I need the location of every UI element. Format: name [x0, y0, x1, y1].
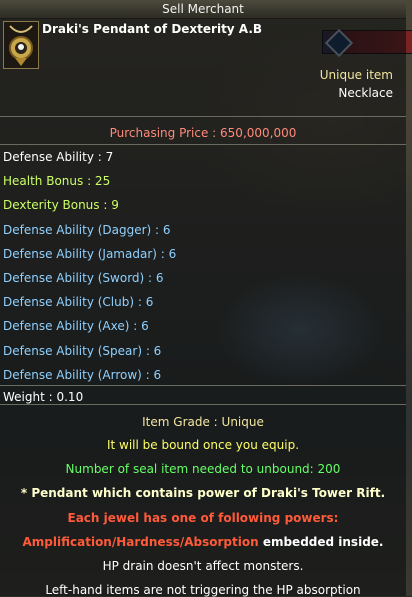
left-hand-note: Left-hand items are not triggering the H…	[45, 583, 361, 597]
purchasing-price: Purchasing Price : 650,000,000	[109, 126, 297, 140]
seal-note: Number of seal item needed to unbound: 2…	[65, 462, 341, 476]
pendant-icon	[3, 21, 39, 69]
stat-line: Defense Ability (Sword) : 6	[3, 270, 164, 285]
stat-line: Defense Ability : 7	[3, 150, 114, 164]
hp-drain-note: HP drain doesn't affect monsters.	[102, 559, 304, 573]
item-name: Draki's Pendant of Dexterity A.B	[42, 22, 263, 36]
stat-line: Defense Ability (Spear) : 6	[3, 343, 162, 358]
stat-line: Dexterity Bonus : 9	[3, 198, 119, 213]
stat-line: Health Bonus : 25	[3, 174, 111, 189]
tooltip-title: Sell Merchant	[0, 0, 406, 19]
stat-line: Defense Ability (Dagger) : 6	[3, 222, 171, 237]
stat-line: Defense Ability (Club) : 6	[3, 295, 154, 310]
bound-note: It will be bound once you equip.	[106, 438, 300, 452]
item-description: * Pendant which contains power of Draki'…	[20, 486, 386, 500]
item-rarity: Unique item	[319, 68, 393, 82]
item-tooltip: Sell Merchant Draki's Pendant of Dexteri…	[0, 0, 406, 597]
item-type: Necklace	[338, 86, 393, 100]
divider	[0, 144, 406, 145]
divider	[0, 116, 406, 117]
stat-list: Defense Ability : 7 Health Bonus : 25 Dext…	[3, 147, 403, 389]
item-grade: Item Grade : Unique	[142, 415, 264, 429]
divider	[0, 404, 406, 405]
item-weight: Weight : 0.10	[3, 390, 84, 404]
powers-list: Amplification/Hardness/Absorption	[22, 535, 259, 549]
stat-line: Defense Ability (Axe) : 6	[3, 319, 149, 334]
divider	[0, 385, 406, 386]
powers-line: Amplification/Hardness/Absorption embedd…	[0, 535, 406, 549]
powers-suffix: embedded inside.	[258, 535, 384, 549]
jewel-note: Each jewel has one of following powers:	[67, 511, 339, 525]
stat-line: Defense Ability (Jamadar) : 6	[3, 246, 177, 261]
